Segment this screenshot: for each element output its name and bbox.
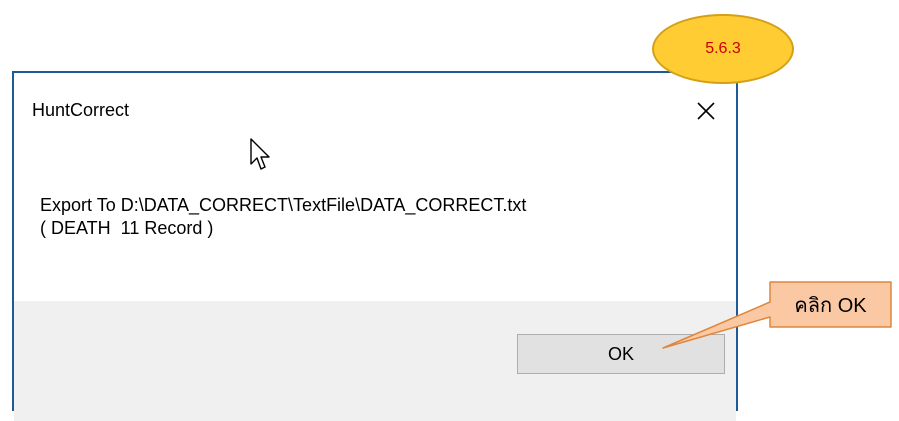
callout-label: คลิก OK [794, 294, 867, 317]
message-line-2: ( DEATH 11 Record ) [40, 218, 214, 238]
dialog-footer: OK [14, 301, 736, 421]
step-badge: 5.6.3 [652, 14, 794, 84]
step-badge-label: 5.6.3 [705, 40, 741, 57]
mouse-cursor-icon [250, 138, 270, 170]
dialog-message: Export To D:\DATA_CORRECT\TextFile\DATA_… [40, 194, 526, 240]
dialog-title: HuntCorrect [32, 100, 130, 120]
close-icon[interactable] [690, 95, 722, 127]
ok-button[interactable]: OK [517, 334, 725, 374]
message-line-1: Export To D:\DATA_CORRECT\TextFile\DATA_… [40, 195, 527, 215]
message-dialog: HuntCorrect Export To D:\DATA_CORRECT\Te… [12, 71, 738, 421]
